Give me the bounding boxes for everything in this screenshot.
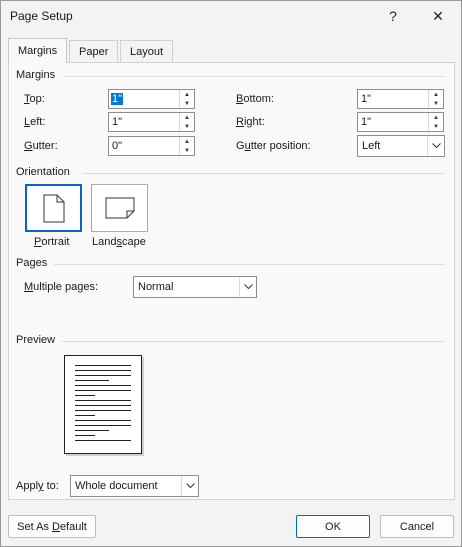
top-margin-up-icon[interactable]: ▲ xyxy=(180,90,194,99)
bottom-label: Bottom: xyxy=(236,93,274,105)
multiple-pages-select[interactable]: Normal xyxy=(133,276,257,298)
chevron-down-icon[interactable] xyxy=(239,277,256,297)
top-margin-value: 1" xyxy=(111,93,124,105)
tab-paper[interactable]: Paper xyxy=(69,40,119,62)
margins-separator xyxy=(64,76,445,77)
bottom-margin-up-icon[interactable]: ▲ xyxy=(429,90,443,99)
right-margin-field[interactable]: 1" ▲ ▼ xyxy=(357,112,444,132)
apply-to-select[interactable]: Whole document xyxy=(70,475,199,497)
gutter-up-icon[interactable]: ▲ xyxy=(180,137,194,146)
apply-to-label: Apply to: xyxy=(16,480,59,492)
gutter-down-icon[interactable]: ▼ xyxy=(180,146,194,155)
top-label: Top: xyxy=(24,93,45,105)
pages-group-label: Pages xyxy=(16,257,48,269)
preview-separator xyxy=(62,341,445,342)
multiple-pages-label: Multiple pages: xyxy=(24,281,98,293)
close-icon: ✕ xyxy=(432,7,444,24)
left-margin-value: 1" xyxy=(112,116,123,128)
gutter-label: Gutter: xyxy=(24,140,58,152)
right-margin-down-icon[interactable]: ▼ xyxy=(429,122,443,131)
tab-layout[interactable]: Layout xyxy=(120,40,174,62)
chevron-down-icon[interactable] xyxy=(427,136,444,156)
gutter-position-select[interactable]: Left xyxy=(357,135,445,157)
portrait-button[interactable] xyxy=(25,184,82,232)
multiple-pages-value: Normal xyxy=(138,281,174,293)
bottom-margin-down-icon[interactable]: ▼ xyxy=(429,99,443,108)
landscape-page-icon xyxy=(105,197,135,219)
gutter-field[interactable]: 0" ▲ ▼ xyxy=(108,136,195,156)
dialog-title: Page Setup xyxy=(10,9,73,23)
bottom-margin-field[interactable]: 1" ▲ ▼ xyxy=(357,89,444,109)
top-margin-down-icon[interactable]: ▼ xyxy=(180,99,194,108)
right-label: Right: xyxy=(236,116,265,128)
cancel-button[interactable]: Cancel xyxy=(380,515,454,538)
gutter-position-value: Left xyxy=(362,140,381,152)
left-margin-field[interactable]: 1" ▲ ▼ xyxy=(108,112,195,132)
gutter-position-label: Gutter position: xyxy=(236,140,311,152)
left-label: Left: xyxy=(24,116,46,128)
bottom-margin-value: 1" xyxy=(361,93,372,105)
left-margin-up-icon[interactable]: ▲ xyxy=(180,113,194,122)
orientation-separator xyxy=(82,173,445,174)
pages-separator xyxy=(54,264,445,265)
set-as-default-button[interactable]: Set As Default xyxy=(8,515,96,538)
preview-page xyxy=(64,355,142,454)
portrait-label: Portrait xyxy=(34,236,70,248)
right-margin-up-icon[interactable]: ▲ xyxy=(429,113,443,122)
ok-button[interactable]: OK xyxy=(296,515,370,538)
orientation-group-label: Orientation xyxy=(16,166,70,178)
preview-group-label: Preview xyxy=(16,334,56,346)
gutter-value: 0" xyxy=(112,140,123,152)
landscape-label: Landscape xyxy=(92,236,146,248)
left-margin-down-icon[interactable]: ▼ xyxy=(180,122,194,131)
top-margin-field[interactable]: 1" ▲ ▼ xyxy=(108,89,195,109)
chevron-down-icon[interactable] xyxy=(181,476,198,496)
landscape-button[interactable] xyxy=(91,184,148,232)
close-button[interactable]: ✕ xyxy=(416,0,460,32)
portrait-page-icon xyxy=(43,194,65,223)
apply-to-value: Whole document xyxy=(75,480,158,492)
margins-group-label: Margins xyxy=(16,69,56,81)
right-margin-value: 1" xyxy=(361,116,372,128)
tab-margins[interactable]: Margins xyxy=(8,38,68,63)
help-button[interactable]: ? xyxy=(371,0,415,32)
help-icon: ? xyxy=(389,8,397,24)
